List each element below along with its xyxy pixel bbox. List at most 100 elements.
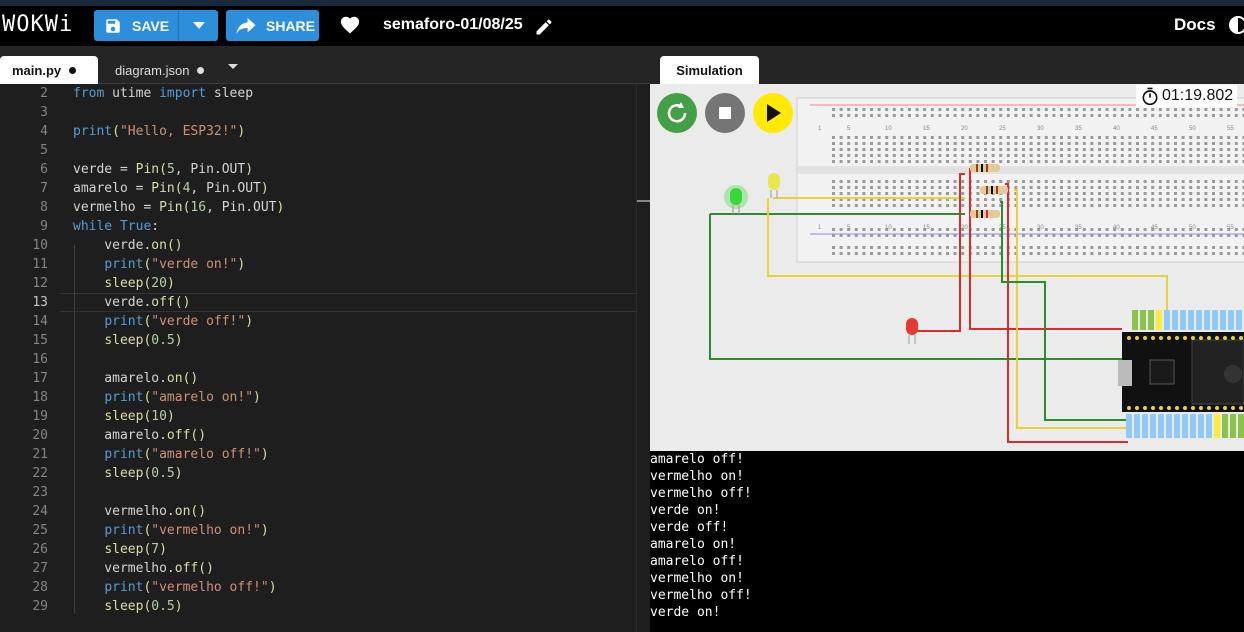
breadboard-column-number: 55 xyxy=(1227,126,1234,132)
resistor[interactable] xyxy=(970,164,1000,172)
unsaved-dot-icon xyxy=(197,66,205,74)
code-line[interactable]: 23 xyxy=(0,483,636,502)
code-text: print("amarelo on!") xyxy=(104,390,261,405)
line-number: 19 xyxy=(32,409,48,424)
line-number: 5 xyxy=(40,143,48,158)
code-line[interactable]: 14 print("verde off!") xyxy=(0,312,636,331)
code-line[interactable]: 22 sleep(0.5) xyxy=(0,464,636,483)
breadboard-column-number: 10 xyxy=(885,225,892,231)
code-line[interactable]: 13 verde.off() xyxy=(0,293,636,312)
code-line[interactable]: 11 print("verde on!") xyxy=(0,255,636,274)
editor-scrollbar[interactable] xyxy=(636,84,651,632)
project-name[interactable]: semaforo-01/08/25 xyxy=(383,16,523,34)
unsaved-dot-icon xyxy=(69,66,77,74)
code-line[interactable]: 18 print("amarelo on!") xyxy=(0,388,636,407)
console-line: verde on! xyxy=(650,503,721,518)
breadboard[interactable]: 1155101015152020252530303535404045455050… xyxy=(796,97,1244,263)
code-line[interactable]: 25 print("vermelho on!") xyxy=(0,521,636,540)
code-editor[interactable]: 2 from utime import sleep 3 4 print("Hello, … xyxy=(0,84,650,632)
code-text: sleep(10) xyxy=(104,409,175,424)
breadboard-column-number: 45 xyxy=(1151,126,1158,132)
code-line[interactable]: 5 xyxy=(0,141,636,160)
simulation-canvas[interactable]: 1 1 5 5 10 10 15 15 20 20 25 25 30 30 35 35 40 40 45 45 50 50… xyxy=(650,84,1244,451)
code-line[interactable]: 7 amarelo = Pin(4, Pin.OUT) xyxy=(0,179,636,198)
code-line[interactable]: 29 sleep(0.5) xyxy=(0,597,636,616)
console-line: vermelho off! xyxy=(650,486,752,501)
restart-button[interactable] xyxy=(657,93,697,133)
top-bar: WOKWi SAVE SHARE semaforo-01/08/25 Docs xyxy=(0,0,1244,46)
line-number: 27 xyxy=(32,561,48,576)
stopwatch-icon xyxy=(1142,87,1158,106)
code-text: sleep(0.5) xyxy=(104,333,183,348)
esp32-board[interactable] xyxy=(1118,310,1244,438)
breadboard-column-number: 15 xyxy=(923,126,930,132)
code-line[interactable]: 2 from utime import sleep xyxy=(0,84,636,103)
green-led[interactable] xyxy=(724,185,748,214)
red-led[interactable] xyxy=(906,318,918,344)
console-line: vermelho off! xyxy=(650,588,752,603)
code-line[interactable]: 15 sleep(0.5) xyxy=(0,331,636,350)
breadboard-column-number: 40 xyxy=(1113,126,1120,132)
line-number: 23 xyxy=(32,485,48,500)
line-number: 28 xyxy=(32,580,48,595)
code-line[interactable]: 27 vermelho.off() xyxy=(0,559,636,578)
console-line: amarelo off! xyxy=(650,554,744,569)
breadboard-column-number: 20 xyxy=(961,225,968,231)
breadboard-column-number: 55 xyxy=(1227,225,1234,231)
code-text: sleep(0.5) xyxy=(104,466,183,481)
code-line[interactable]: 20 amarelo.off() xyxy=(0,426,636,445)
code-line[interactable]: 10 verde.on() xyxy=(0,236,636,255)
code-line[interactable]: 24 vermelho.on() xyxy=(0,502,636,521)
code-line[interactable]: 28 print("vermelho off!") xyxy=(0,578,636,597)
stop-icon xyxy=(719,107,731,119)
code-text: print("verde on!") xyxy=(104,257,246,272)
line-number: 15 xyxy=(32,333,48,348)
breadboard-column-number: 35 xyxy=(1075,126,1082,132)
code-line[interactable]: 9 while True: xyxy=(0,217,636,236)
code-line[interactable]: 21 print("amarelo off!") xyxy=(0,445,636,464)
breadboard-column-number: 35 xyxy=(1075,225,1082,231)
code-text: verde = Pin(5, Pin.OUT) xyxy=(73,162,254,177)
tab-simulation[interactable]: Simulation xyxy=(660,56,759,84)
yellow-led[interactable] xyxy=(768,173,780,198)
line-number: 17 xyxy=(32,371,48,386)
code-line[interactable]: 8 vermelho = Pin(16, Pin.OUT) xyxy=(0,198,636,217)
line-number: 4 xyxy=(40,124,48,139)
resistor[interactable] xyxy=(980,186,1008,194)
code-line[interactable]: 19 sleep(10) xyxy=(0,407,636,426)
simulation-timer: 01:19.802 xyxy=(1136,85,1238,107)
tab-diagram-json[interactable]: diagram.json xyxy=(103,56,216,84)
play-button[interactable] xyxy=(753,93,793,133)
code-text: print("Hello, ESP32!") xyxy=(73,124,246,139)
code-line[interactable]: 26 sleep(7) xyxy=(0,540,636,559)
dark-mode-icon[interactable] xyxy=(1228,15,1244,40)
wokwi-logo[interactable]: WOKWi xyxy=(2,12,73,37)
breadboard-column-number: 30 xyxy=(1037,126,1044,132)
timer-value: 01:19.802 xyxy=(1162,87,1234,104)
tab-main-py[interactable]: main.py xyxy=(0,56,98,84)
tab-menu-chevron-icon[interactable] xyxy=(228,64,238,70)
share-button[interactable]: SHARE xyxy=(226,10,319,41)
resistor[interactable] xyxy=(970,210,1000,218)
stop-button[interactable] xyxy=(705,93,745,133)
code-line[interactable]: 6 verde = Pin(5, Pin.OUT) xyxy=(0,160,636,179)
code-line[interactable]: 4 print("Hello, ESP32!") xyxy=(0,122,636,141)
line-number: 7 xyxy=(40,181,48,196)
docs-link[interactable]: Docs xyxy=(1174,15,1216,35)
code-line[interactable]: 16 xyxy=(0,350,636,369)
serial-monitor[interactable]: amarelo off! vermelho on! vermelho off! ver… xyxy=(650,451,1244,632)
save-button[interactable]: SAVE xyxy=(94,10,218,41)
save-options-button[interactable] xyxy=(178,10,218,41)
code-line[interactable]: 12 sleep(20) xyxy=(0,274,636,293)
code-text: amarelo.on() xyxy=(73,371,199,386)
code-text: while True: xyxy=(73,219,160,234)
code-text: amarelo = Pin(4, Pin.OUT) xyxy=(73,181,269,196)
line-number: 21 xyxy=(32,447,48,462)
heart-icon[interactable] xyxy=(339,14,361,39)
line-number: 12 xyxy=(32,276,48,291)
breadboard-column-number: 25 xyxy=(999,126,1006,132)
console-line: amarelo on! xyxy=(650,537,737,552)
code-line[interactable]: 3 xyxy=(0,103,636,122)
code-line[interactable]: 17 amarelo.on() xyxy=(0,369,636,388)
pencil-icon[interactable] xyxy=(534,17,554,42)
